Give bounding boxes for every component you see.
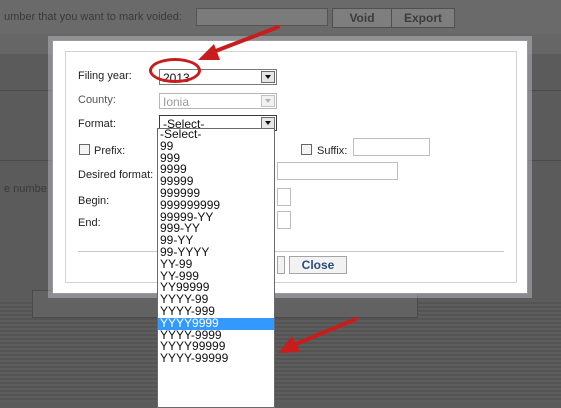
- filing-year-label: Filing year:: [78, 70, 132, 82]
- prefix-checkbox[interactable]: [79, 144, 90, 155]
- chevron-down-icon: [261, 95, 275, 107]
- prefix-label: Prefix:: [94, 145, 126, 157]
- background-side-label: e numbe: [4, 183, 47, 195]
- chevron-down-icon[interactable]: [261, 71, 275, 83]
- close-button[interactable]: Close: [289, 256, 347, 274]
- county-value: Ionia: [163, 95, 190, 109]
- export-button[interactable]: Export: [391, 8, 455, 28]
- suffix-checkbox[interactable]: [301, 144, 312, 155]
- end-label: End:: [78, 217, 101, 229]
- background-toolbar: umber that you want to mark voided: Void…: [0, 0, 561, 35]
- dialog-form: Filing year: 2013 County: Ionia Format: …: [65, 51, 517, 283]
- county-select: Ionia: [159, 93, 277, 109]
- format-label: Format:: [78, 118, 116, 130]
- suffix-label: Suffix:: [317, 145, 348, 157]
- number-format-dialog: Filing year: 2013 County: Ionia Format: …: [52, 40, 528, 294]
- begin-label: Begin:: [78, 195, 110, 207]
- dialog-divider: [78, 251, 504, 252]
- void-number-label: umber that you want to mark voided:: [4, 11, 182, 23]
- county-label: County:: [78, 94, 116, 106]
- void-button[interactable]: Void: [332, 8, 392, 28]
- desired-format-input[interactable]: [277, 162, 398, 180]
- begin-input[interactable]: [277, 188, 291, 206]
- void-number-input[interactable]: [196, 8, 328, 26]
- format-options-list[interactable]: -Select- 99 999 9999 99999 999999 999999999 999…: [157, 128, 275, 408]
- suffix-input[interactable]: [353, 138, 430, 156]
- annotation-circle: [149, 58, 201, 83]
- desired-format-label: Desired format:: [78, 169, 154, 181]
- format-option[interactable]: -Select-: [158, 129, 274, 141]
- ok-button-edge[interactable]: [277, 256, 285, 274]
- end-input[interactable]: [277, 211, 291, 229]
- format-option[interactable]: YYYY-99999: [158, 352, 274, 365]
